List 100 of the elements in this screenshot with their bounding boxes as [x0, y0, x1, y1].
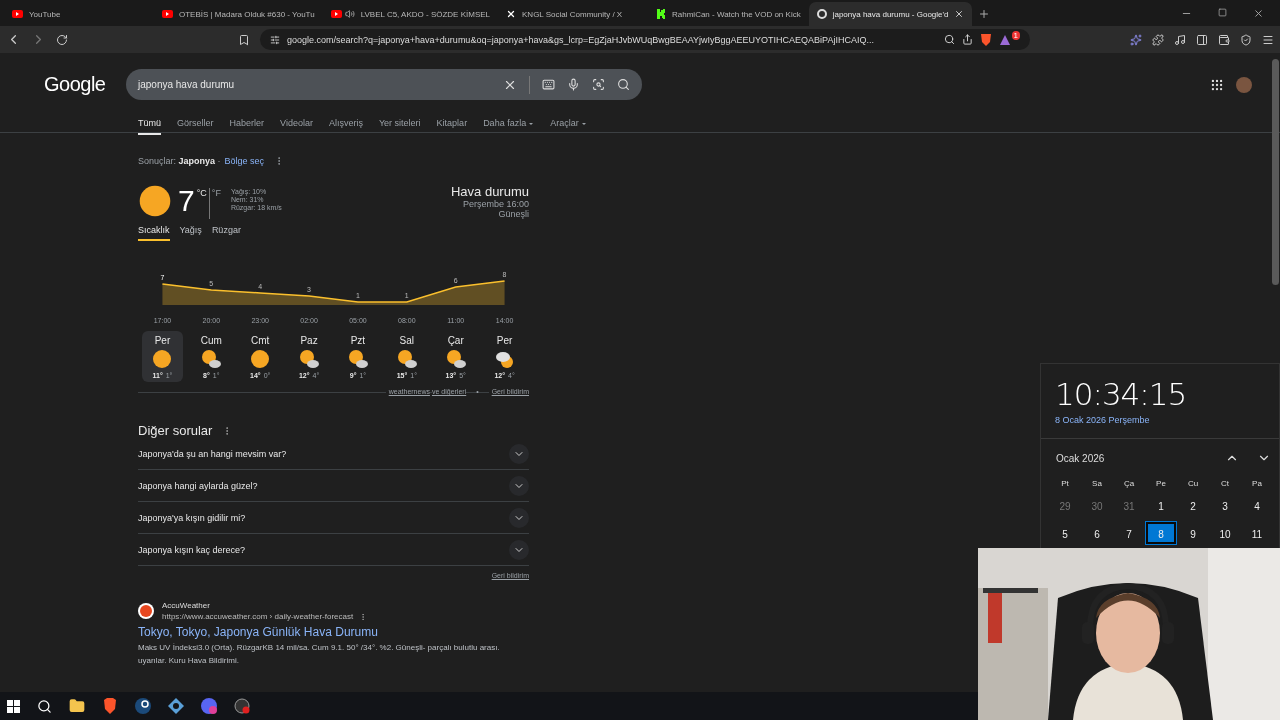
question[interactable]: Japonya kışın kaç derece? — [138, 544, 246, 555]
weekday-label: Ça — [1122, 479, 1136, 488]
calendar-day[interactable]: 3 — [1210, 494, 1240, 516]
search-tab[interactable]: Görseller — [177, 118, 214, 135]
sun-icon — [250, 349, 271, 369]
weekday-label: Pa — [1251, 479, 1263, 488]
keyboard-icon[interactable] — [542, 78, 555, 91]
site-name: AccuWeather — [162, 601, 211, 610]
restore-icon[interactable] — [1218, 8, 1227, 17]
reload-icon[interactable] — [56, 33, 68, 46]
address-bar[interactable]: google.com/search?q=japonya+hava+durumu&oq=japonya+hava&gs_lcrp=EgZjaHJvbWUqBwgBEAAYjwIyBggAEEUYOTIHCAEQABiPAjIHCAIQ... 1 — [260, 29, 1030, 50]
weekday-label: Cu — [1186, 479, 1200, 488]
result-title[interactable]: Tokyo, Tokyo, Japonya Günlük Hava Durumu — [138, 625, 529, 639]
video-play-icon — [162, 10, 173, 18]
expand-button[interactable] — [509, 475, 529, 496]
site-info-icon[interactable] — [270, 34, 280, 45]
search-tab[interactable]: Videolar — [280, 118, 313, 135]
day-name: Per — [154, 335, 171, 346]
new-tab-icon[interactable] — [978, 8, 991, 20]
weather-tab[interactable]: Sıcaklık — [138, 225, 170, 241]
day-name: Sal — [399, 335, 415, 346]
triangle-icon[interactable] — [998, 33, 1011, 46]
calendar-day[interactable]: 8 — [1146, 522, 1176, 544]
search-field[interactable]: japonya hava durumu — [126, 69, 642, 100]
calendar-day[interactable]: 1 — [1146, 494, 1176, 516]
steam-icon[interactable] — [135, 698, 151, 714]
shield-icon[interactable] — [979, 33, 992, 46]
avatar[interactable] — [1236, 76, 1252, 93]
chat-app-icon[interactable] — [201, 698, 217, 714]
browser-tab[interactable]: YouTube — [4, 2, 154, 26]
search-tab[interactable]: Haberler — [229, 118, 265, 135]
calendar-day[interactable]: 2 — [1178, 494, 1208, 516]
app-icon[interactable] — [168, 698, 184, 714]
sparkle-icon[interactable] — [1130, 33, 1142, 46]
region-note: Sonuçlar: Japonya · — [138, 156, 221, 166]
menu-icon[interactable] — [1262, 33, 1274, 46]
expand-button[interactable] — [509, 507, 529, 528]
expand-button[interactable] — [509, 443, 529, 464]
weather-time: Perşembe 16:00 — [462, 199, 529, 209]
video-play-icon — [12, 10, 23, 18]
day-name: Per — [496, 335, 513, 346]
unit-toggle[interactable]: °C — [194, 188, 209, 219]
sidebar-icon[interactable] — [1196, 33, 1208, 46]
browser-tab[interactable]: RahmiCan - Watch the VOD on Kick — [648, 2, 809, 26]
camera-search-icon[interactable] — [592, 78, 605, 91]
calendar-day[interactable]: 10 — [1210, 522, 1240, 544]
calendar-day[interactable]: 9 — [1178, 522, 1208, 544]
clock-date[interactable]: 8 Ocak 2026 Perşembe — [1055, 415, 1279, 425]
region-link[interactable]: Bölge seç — [224, 156, 265, 166]
bookmark-icon[interactable] — [238, 33, 250, 46]
browser-tab[interactable]: KNGL Social Community / X — [498, 2, 648, 26]
apps-icon[interactable] — [1210, 77, 1224, 92]
cloud-sun-icon — [494, 349, 515, 369]
calendar-day[interactable]: 7 — [1114, 522, 1144, 544]
calendar-day[interactable]: 31 — [1114, 494, 1144, 516]
browser-tab[interactable]: LVBEL C5, AKDO - SÖZDE KİMSEL — [322, 2, 498, 26]
shield-icon[interactable] — [1240, 33, 1252, 46]
speaker-icon — [344, 9, 355, 19]
calendar-day[interactable]: 4 — [1242, 494, 1272, 516]
browser-tab[interactable]: OTEBİS | Madara Olduk #630 - YouTu — [154, 2, 323, 26]
puzzle-icon[interactable] — [1152, 33, 1164, 46]
sun-cloud-icon — [445, 349, 466, 369]
weather-tab[interactable]: Yağış — [179, 225, 202, 241]
search-tab[interactable]: Alışveriş — [328, 118, 363, 135]
question[interactable]: Japonya hangi aylarda güzel? — [138, 480, 258, 491]
clock-time: 10:34:15 — [1055, 376, 1188, 412]
sun-cloud-icon — [347, 349, 368, 369]
search-tab[interactable]: Araçlar — [550, 118, 587, 135]
search-tab[interactable]: Tümü — [138, 118, 161, 135]
site-logo-icon — [138, 603, 154, 619]
sun-cloud-icon — [396, 349, 417, 369]
music-icon[interactable] — [1174, 33, 1186, 46]
wallet-icon[interactable] — [1218, 33, 1230, 46]
question[interactable]: Japonya'ya kışın gidilir mi? — [138, 512, 246, 523]
folder-icon[interactable] — [69, 698, 85, 714]
close-icon[interactable] — [1253, 8, 1264, 19]
search-tab[interactable]: Kitaplar — [436, 118, 468, 135]
calendar-day[interactable]: 11 — [1242, 522, 1272, 544]
microphone-icon[interactable] — [567, 78, 580, 91]
unit-toggle[interactable]: °F — [208, 188, 223, 219]
calendar-day[interactable]: 6 — [1082, 522, 1112, 544]
weather-tab[interactable]: Rüzgar — [211, 225, 241, 241]
weekday-label: Sa — [1091, 479, 1103, 488]
calendar-day[interactable]: 30 — [1082, 494, 1112, 516]
day-name: Cmt — [251, 335, 270, 346]
month-label[interactable]: Ocak 2026 — [1056, 452, 1225, 464]
question[interactable]: Japonya'da şu an hangi mevsim var? — [138, 448, 287, 459]
calendar-day[interactable]: 29 — [1050, 494, 1080, 516]
calendar-day[interactable]: 5 — [1050, 522, 1080, 544]
close-icon[interactable] — [954, 9, 965, 19]
scrollbar[interactable] — [1272, 59, 1279, 285]
search-icon[interactable] — [943, 34, 955, 45]
search-tab[interactable]: Daha fazla — [483, 118, 535, 135]
search-icon[interactable] — [36, 698, 52, 714]
browser-tab[interactable]: japonya hava durumu - Google'd — [808, 2, 973, 26]
windows-icon[interactable] — [7, 699, 20, 713]
share-icon[interactable] — [961, 34, 973, 45]
search-tab[interactable]: Yer siteleri — [378, 118, 421, 135]
expand-button[interactable] — [509, 539, 529, 560]
app-icon[interactable] — [234, 698, 250, 714]
